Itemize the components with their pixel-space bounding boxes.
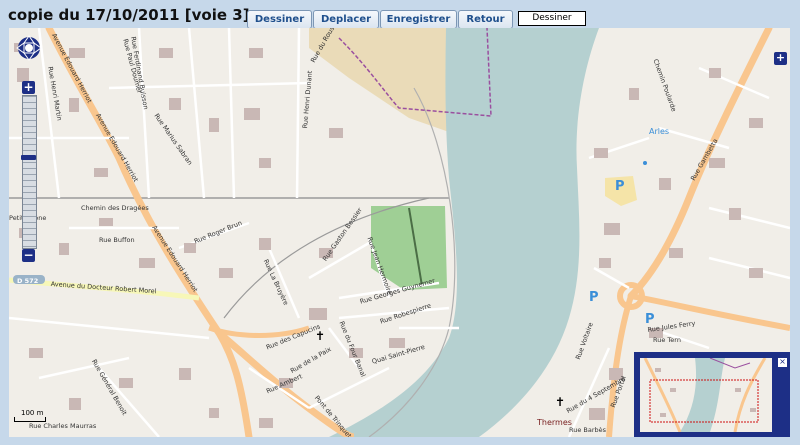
parking-icon-2: P [589,290,599,305]
label-rue-barbes: Rue Barbès [569,426,607,434]
label-thermes: Thermes [537,418,572,427]
east-trunk-road [630,293,790,331]
mode-indicator: Dessiner [518,11,586,26]
label-rue-tern: Rue Tern [653,336,681,344]
map-viewport[interactable]: ✝ ✝ Avenue Edouard Herriot Avenue Edouar… [9,28,790,437]
title-bar: copie du 17/10/2011 [voie 3] Dessiner De… [0,0,800,29]
label-rue-buffon: Rue Buffon [99,236,135,244]
parking-icon-3: P [645,312,655,327]
zoom-out-button[interactable]: − [22,249,35,262]
zoom-slider-handle[interactable] [21,155,36,160]
overview-map-panel: × [634,352,790,437]
map-navigation-control: + − [16,35,42,275]
zoom-slider[interactable] [22,95,37,249]
scale-line [14,417,46,422]
save-button[interactable]: Enregistrer [380,10,457,29]
overview-map-graphic [643,358,767,432]
label-d572: D 572 [17,277,39,285]
pan-control[interactable] [16,35,42,77]
scale-text: 100 m [21,409,44,417]
label-arles: Arles [649,127,670,136]
label-rue-charles-maurras: Rue Charles Maurras [29,422,97,430]
page-title: copie du 17/10/2011 [voie 3] [8,6,250,24]
overview-map[interactable] [640,358,772,432]
back-button[interactable]: Retour [458,10,513,29]
south-trunk-road [606,295,634,437]
move-button[interactable]: Deplacer [313,10,379,29]
overview-close-button[interactable]: × [777,357,788,368]
label-chemin-dragees: Chemin des Dragées [81,204,149,212]
draw-button[interactable]: Dessiner [247,10,312,29]
zoom-in-button[interactable]: + [22,81,35,94]
station-icon [643,161,647,165]
parking-icon-1: P [615,179,625,194]
editor-window: copie du 17/10/2011 [voie 3] Dessiner De… [0,0,800,445]
church-icon-east: ✝ [555,395,565,409]
layer-switcher-button[interactable]: + [774,52,787,65]
